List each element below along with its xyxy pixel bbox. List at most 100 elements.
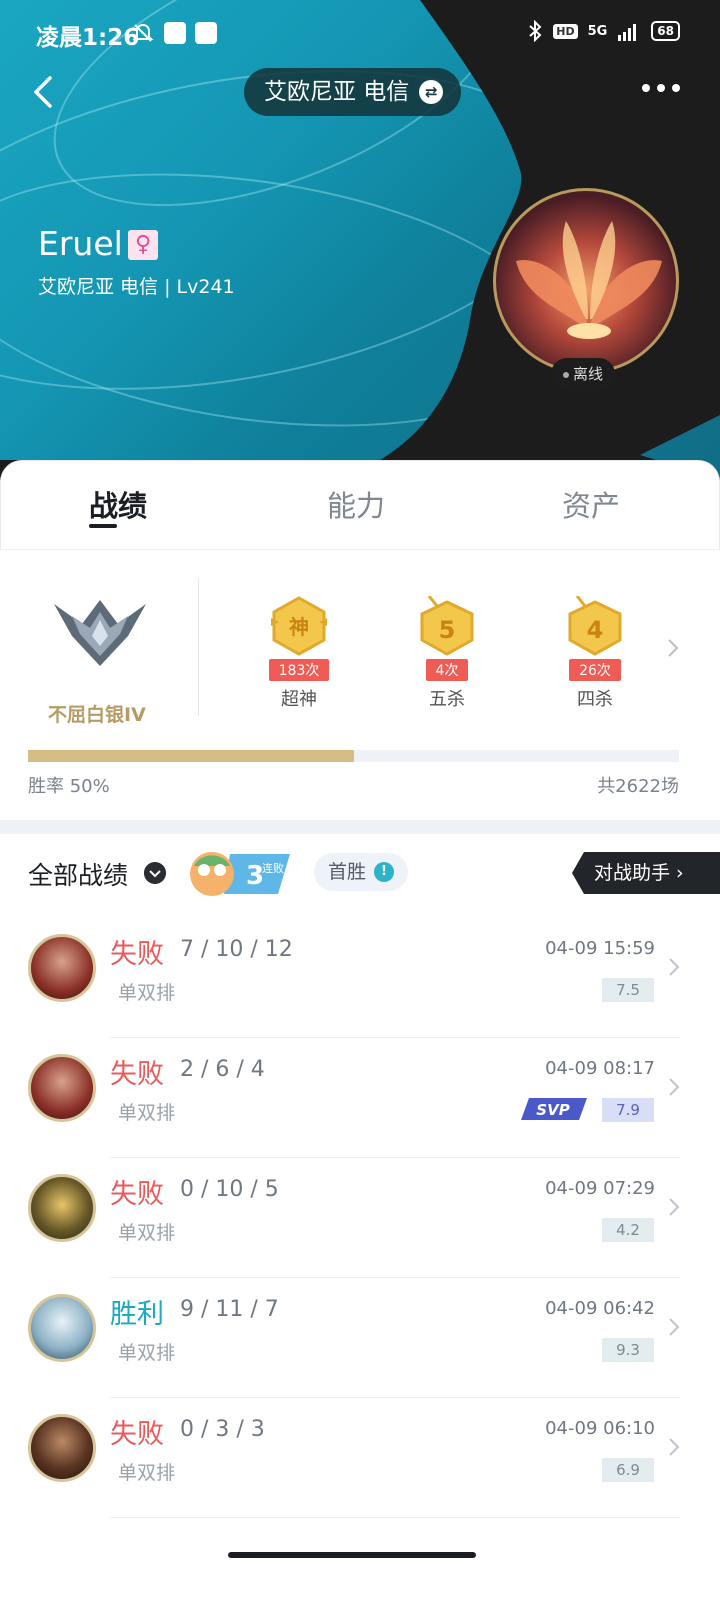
svg-text:SVP: SVP — [536, 1101, 569, 1119]
notification-app-icon — [164, 22, 186, 44]
match-row[interactable]: 失败 7 / 10 / 12 单双排 04-09 15:59 7.5 — [0, 918, 720, 1038]
network-label: 5G — [587, 23, 608, 39]
match-time: 04-09 06:10 — [545, 1418, 655, 1439]
server-label: 艾欧尼亚 电信 — [264, 79, 410, 105]
legendary-badge-icon: 神 — [271, 596, 327, 656]
chevron-right-icon — [669, 1078, 680, 1096]
losing-streak-badge-icon[interactable]: 3 连败 — [186, 846, 294, 898]
chevron-right-icon — [669, 1438, 680, 1456]
status-time: 凌晨1:26 — [36, 25, 140, 51]
section-divider — [0, 820, 720, 834]
achievement-label: 四杀 — [577, 689, 613, 710]
svg-text:4: 4 — [587, 616, 604, 644]
match-kda: 7 / 10 / 12 — [180, 937, 293, 962]
svg-text:神: 神 — [289, 615, 309, 639]
tab-ability[interactable]: 能力 — [327, 483, 385, 525]
match-kda: 0 / 3 / 3 — [180, 1417, 265, 1442]
match-mode: 单双排 — [118, 1222, 176, 1244]
first-win-pill[interactable]: 首胜 ! — [314, 853, 409, 891]
match-row[interactable]: 失败 0 / 10 / 5 单双排 04-09 07:29 4.2 — [0, 1158, 720, 1278]
svg-text:5: 5 — [439, 616, 456, 644]
total-games: 共2622场 — [597, 776, 679, 797]
battle-assistant-button[interactable]: 对战助手 › — [572, 852, 720, 894]
svg-text:连败: 连败 — [262, 861, 284, 875]
swap-icon: ⇄ — [419, 80, 444, 104]
status-bar: 凌晨1:26 HD 5G 68 — [0, 0, 720, 70]
status-icons: HD 5G 68 — [527, 20, 680, 42]
hd-badge: HD — [553, 23, 578, 39]
match-result: 失败 — [110, 1059, 164, 1090]
rank-emblem-icon[interactable] — [52, 596, 148, 668]
tab-record[interactable]: 战绩 — [89, 483, 147, 525]
achievement-count: 4次 — [425, 659, 469, 681]
match-result: 胜利 — [110, 1299, 164, 1330]
match-time: 04-09 06:42 — [545, 1298, 655, 1319]
match-mode: 单双排 — [118, 1462, 176, 1484]
butterfly-icon — [516, 221, 662, 339]
divider — [198, 578, 199, 716]
bluetooth-icon — [529, 20, 542, 42]
champion-avatar — [28, 1414, 96, 1482]
winrate-progress-fill — [28, 750, 354, 762]
back-button[interactable] — [24, 72, 64, 112]
match-result: 失败 — [110, 939, 164, 970]
match-time: 04-09 07:29 — [545, 1178, 655, 1199]
match-score: 4.2 — [602, 1218, 654, 1242]
match-result: 失败 — [110, 1179, 164, 1210]
achievement-label: 超神 — [281, 689, 317, 710]
chevron-right-icon — [669, 1198, 680, 1216]
match-mode: 单双排 — [118, 1342, 176, 1364]
match-score: 6.9 — [602, 1458, 654, 1482]
match-score: 9.3 — [602, 1338, 654, 1362]
match-score: 7.5 — [602, 978, 654, 1002]
server-switch-button[interactable]: 艾欧尼亚 电信 ⇄ — [244, 68, 462, 116]
champion-avatar — [28, 934, 96, 1002]
champion-avatar — [28, 1054, 96, 1122]
match-time: 04-09 08:17 — [545, 1058, 655, 1079]
champion-avatar — [28, 1294, 96, 1362]
chevron-right-icon — [669, 1318, 680, 1336]
notification-app-icon — [195, 22, 217, 44]
achievement-legendary[interactable]: 神 183次 超神 — [254, 596, 344, 711]
pentakill-badge-icon: 5 — [420, 595, 474, 656]
match-row[interactable]: 胜利 9 / 11 / 7 单双排 04-09 06:42 9.3 — [0, 1278, 720, 1398]
tab-active-indicator — [89, 524, 117, 528]
winrate-progress-bar — [28, 750, 679, 762]
achievement-label: 五杀 — [429, 689, 465, 710]
svp-badge-icon: SVP — [521, 1098, 587, 1120]
match-mode: 单双排 — [118, 982, 176, 1004]
achievement-quadrakill[interactable]: 4 26次 四杀 — [550, 595, 640, 711]
match-result: 失败 — [110, 1419, 164, 1450]
achievement-pentakill[interactable]: 5 4次 五杀 — [402, 595, 492, 711]
match-mode: 单双排 — [118, 1102, 176, 1124]
tab-assets[interactable]: 资产 — [562, 483, 620, 525]
battery-icon: 68 — [651, 21, 680, 41]
match-kda: 0 / 10 / 5 — [180, 1177, 279, 1202]
match-kda: 2 / 6 / 4 — [180, 1057, 265, 1082]
match-row[interactable]: 失败 0 / 3 / 3 单双排 04-09 06:10 6.9 — [0, 1398, 720, 1518]
match-score: 7.9 — [602, 1098, 654, 1122]
chevron-right-icon — [669, 958, 680, 976]
winrate-label: 胜率 50% — [28, 776, 110, 797]
chevron-right-icon[interactable] — [664, 636, 682, 660]
match-row[interactable]: 失败 2 / 6 / 4 单双排 04-09 08:17 SVP 7.9 — [0, 1038, 720, 1158]
online-status-badge: 离线 — [551, 358, 616, 390]
quadrakill-badge-icon: 4 — [568, 595, 622, 656]
champion-avatar — [28, 1174, 96, 1242]
profile-tabs: 战绩 能力 资产 — [0, 460, 720, 550]
female-icon: ♀ — [128, 230, 158, 260]
more-button[interactable] — [642, 84, 680, 92]
match-kda: 9 / 11 / 7 — [180, 1297, 279, 1322]
home-indicator[interactable] — [228, 1552, 476, 1558]
chevron-down-icon[interactable] — [144, 862, 166, 884]
player-name: Eruel — [38, 224, 123, 263]
achievement-count: 26次 — [569, 659, 621, 681]
match-time: 04-09 15:59 — [545, 938, 655, 959]
player-server-level: 艾欧尼亚 电信 | Lv241 — [38, 276, 235, 298]
rank-name: 不屈白银IV — [48, 704, 146, 726]
match-filter-dropdown[interactable]: 全部战绩 — [28, 856, 128, 892]
player-avatar[interactable] — [493, 188, 679, 374]
mute-bell-icon — [132, 23, 154, 42]
achievement-count: 183次 — [268, 659, 330, 681]
first-win-label: 首胜 — [328, 861, 367, 883]
